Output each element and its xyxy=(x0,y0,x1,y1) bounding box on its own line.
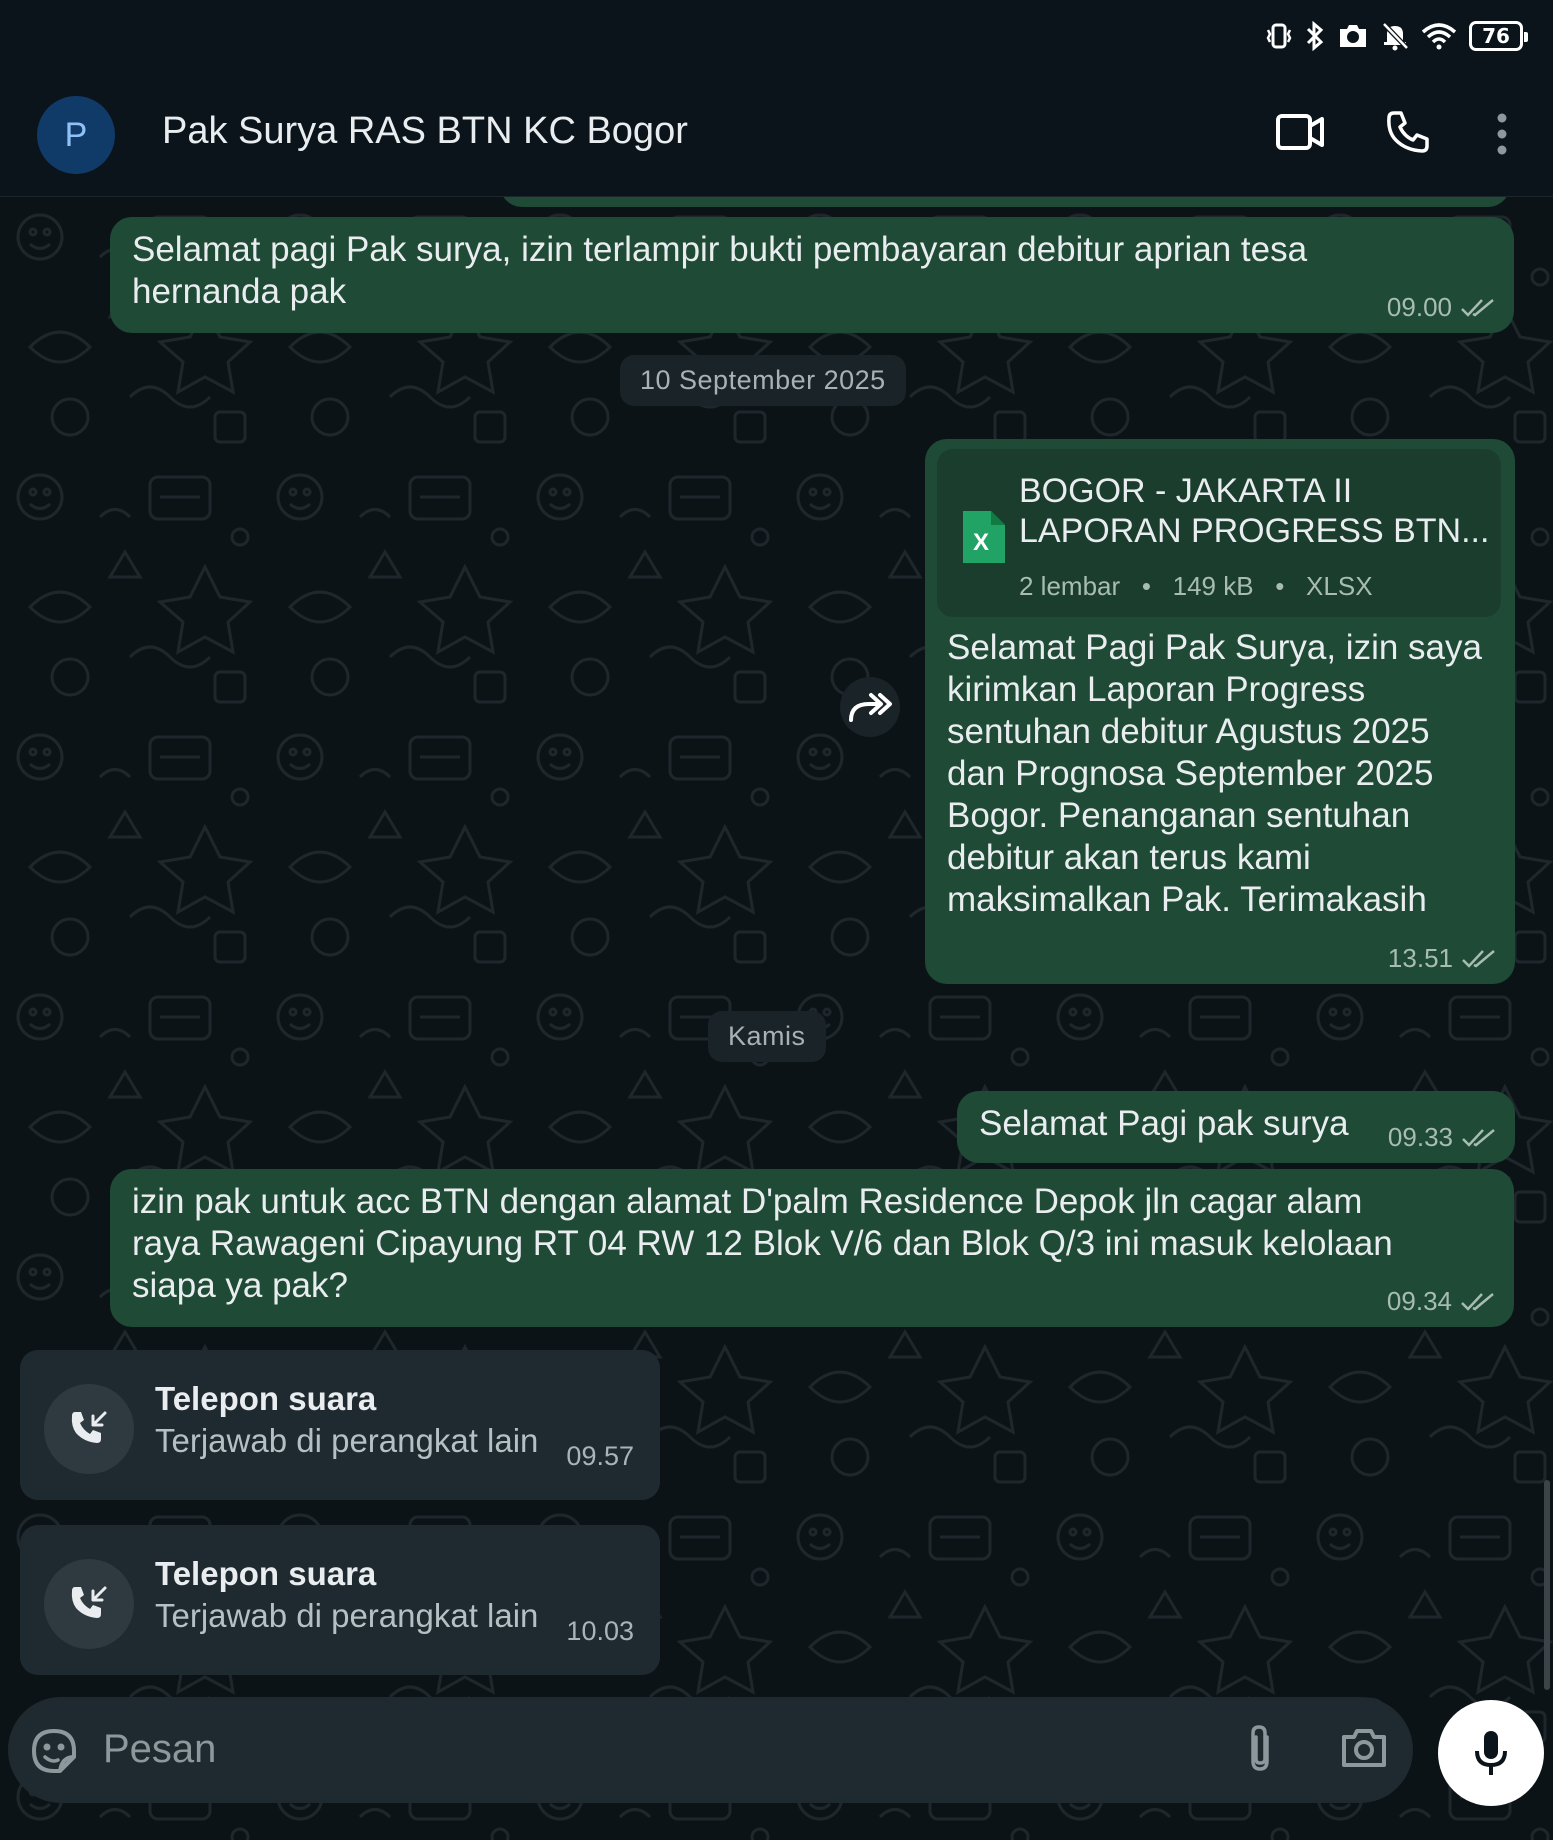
document-size: 149 kB xyxy=(1172,571,1254,601)
previous-message-bubble xyxy=(500,197,1510,207)
excel-icon-letter: X xyxy=(973,529,990,556)
vibrate-icon xyxy=(1266,23,1292,49)
document-message-bubble[interactable]: X BOGOR - JAKARTA II LAPORAN PROGRESS BT… xyxy=(925,439,1515,984)
camera-icon[interactable] xyxy=(1340,1727,1388,1769)
document-extension: XLSX xyxy=(1306,571,1373,601)
wifi-icon xyxy=(1421,23,1457,50)
attach-icon[interactable] xyxy=(1243,1723,1277,1775)
message-time: 13.51 xyxy=(1387,943,1453,973)
call-icon-circle xyxy=(44,1384,134,1474)
message-meta: 09.00 xyxy=(1387,292,1496,323)
document-name-line2: LAPORAN PROGRESS BTN... xyxy=(1019,512,1490,550)
message-time: 09.33 xyxy=(1387,1122,1453,1152)
message-bubble[interactable]: Selamat pagi Pak surya, izin terlampir b… xyxy=(110,217,1514,333)
status-icons: 76 xyxy=(1265,18,1528,54)
date-separator: 10 September 2025 xyxy=(620,355,906,406)
voice-call-card[interactable]: Telepon suara Terjawab di perangkat lain… xyxy=(20,1525,660,1675)
document-pages: 2 lembar xyxy=(1019,571,1121,601)
scrollbar-thumb[interactable] xyxy=(1544,1480,1550,1690)
document-caption: Selamat Pagi Pak Surya, izin saya kirimk… xyxy=(947,628,1482,919)
document-card[interactable]: X BOGOR - JAKARTA II LAPORAN PROGRESS BT… xyxy=(937,449,1501,617)
call-icon-circle xyxy=(44,1559,134,1649)
camera-icon xyxy=(1340,25,1366,47)
voice-call-card[interactable]: Telepon suara Terjawab di perangkat lain… xyxy=(20,1350,660,1500)
call-status: Terjawab di perangkat lain xyxy=(155,1422,539,1459)
double-check-icon xyxy=(1461,298,1494,317)
phone-icon[interactable] xyxy=(1386,110,1430,154)
message-text: izin pak untuk acc BTN dengan alamat D'p… xyxy=(132,1182,1393,1305)
battery-icon: 76 xyxy=(1469,21,1528,51)
meta-separator: • xyxy=(1260,571,1299,601)
document-name-line1: BOGOR - JAKARTA II xyxy=(1019,472,1353,510)
message-text: Selamat Pagi pak surya xyxy=(979,1104,1349,1143)
message-meta: 09.33 xyxy=(1388,1122,1497,1153)
chat-area[interactable]: Selamat pagi Pak surya, izin terlampir b… xyxy=(0,197,1553,1840)
call-title: Telepon suara xyxy=(155,1380,377,1417)
double-check-icon xyxy=(1462,1128,1495,1147)
more-icon[interactable] xyxy=(1494,112,1510,156)
mic-icon xyxy=(1475,1731,1507,1775)
message-time: 09.00 xyxy=(1386,292,1452,322)
call-status: Terjawab di perangkat lain xyxy=(155,1597,539,1634)
call-time: 09.57 xyxy=(566,1441,634,1471)
bluetooth-icon xyxy=(1306,21,1324,51)
document-meta: 2 lembar • 149 kB • XLSX xyxy=(1019,571,1373,602)
date-separator: Kamis xyxy=(708,1011,826,1062)
call-time: 10.03 xyxy=(566,1616,634,1646)
battery-level: 76 xyxy=(1482,24,1510,48)
message-meta: 13.51 xyxy=(1388,943,1497,974)
meta-separator: • xyxy=(1127,571,1166,601)
forward-icon xyxy=(849,693,892,722)
message-bubble[interactable]: izin pak untuk acc BTN dengan alamat D'p… xyxy=(110,1169,1514,1327)
contact-name[interactable]: Pak Surya RAS BTN KC Bogor xyxy=(162,110,688,153)
chat-header: P Pak Surya RAS BTN KC Bogor xyxy=(0,72,1553,197)
double-check-icon xyxy=(1462,949,1495,968)
sticker-icon[interactable] xyxy=(30,1727,78,1775)
forward-button[interactable] xyxy=(840,677,900,737)
message-input-bar[interactable]: Pesan xyxy=(8,1697,1413,1803)
incoming-call-icon xyxy=(71,1586,107,1618)
call-title: Telepon suara xyxy=(155,1555,377,1592)
incoming-call-icon xyxy=(71,1411,107,1443)
message-input[interactable]: Pesan xyxy=(103,1727,216,1772)
message-text: Selamat pagi Pak surya, izin terlampir b… xyxy=(132,230,1308,311)
message-time: 09.34 xyxy=(1386,1286,1452,1316)
mic-button[interactable] xyxy=(1438,1700,1544,1806)
document-name: BOGOR - JAKARTA II LAPORAN PROGRESS BTN.… xyxy=(1019,471,1489,551)
message-bubble[interactable]: Selamat Pagi pak surya 09.33 xyxy=(957,1091,1515,1163)
mute-icon xyxy=(1382,22,1409,51)
avatar-letter: P xyxy=(64,115,88,154)
message-meta: 09.34 xyxy=(1387,1286,1496,1317)
double-check-icon xyxy=(1461,1292,1494,1311)
avatar[interactable]: P xyxy=(37,96,115,174)
status-bar: 76 xyxy=(0,0,1553,72)
video-call-icon[interactable] xyxy=(1276,112,1324,152)
